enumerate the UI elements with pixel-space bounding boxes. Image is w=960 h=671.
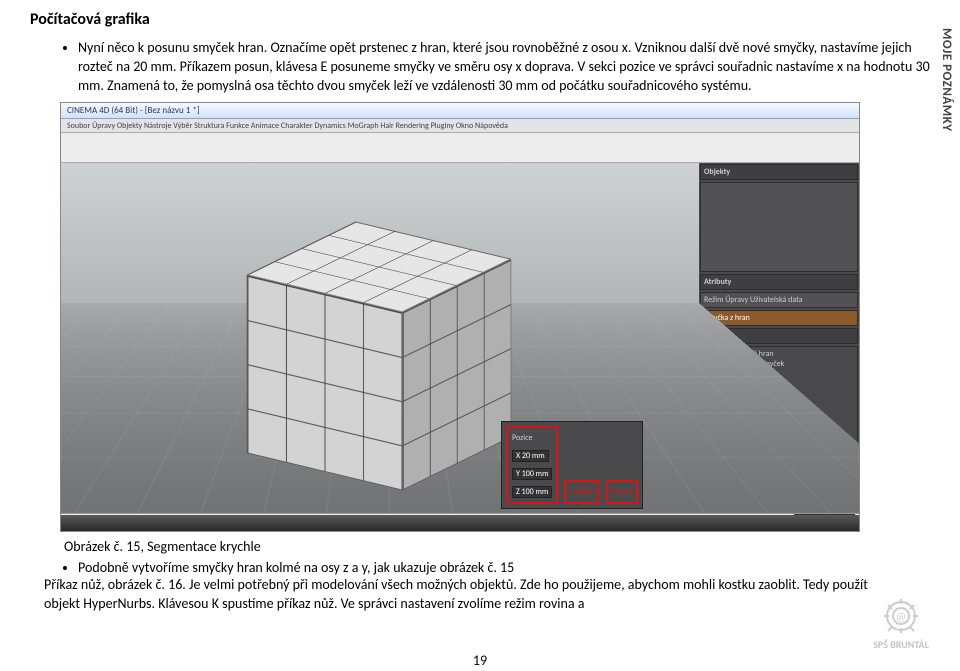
objects-panel-body — [700, 182, 858, 272]
intro-bullet-1: Nyní něco k posunu smyček hran. Označíme… — [78, 39, 930, 96]
page-title: Počítačová grafika — [30, 10, 930, 29]
cube-face-front — [247, 274, 403, 490]
intro-bullets: Nyní něco k posunu smyček hran. Označíme… — [78, 39, 930, 96]
app-menu-bar: Soubor Úpravy Objekty Nástroje Výběr Str… — [61, 119, 859, 133]
embedded-screenshot: CINEMA 4D (64 Bit) - [Bez názvu 1 *] Sou… — [60, 102, 860, 532]
coord-z: Z 100 mm — [512, 486, 552, 498]
cube-object — [301, 248, 457, 464]
os-taskbar — [61, 515, 859, 531]
objects-panel-header: Objekty — [700, 164, 858, 180]
coord-label: Pozice — [512, 433, 532, 443]
attributes-panel-header: Atributy — [700, 274, 858, 290]
attr-tool-name: Smyčka z hran — [700, 310, 858, 326]
figure-caption-bullets: Podobně vytvoříme smyčky hran kolmé na o… — [78, 559, 930, 576]
margin-note: MOJE POZNÁMKY — [939, 28, 954, 132]
footer-brand: SPŠ BRUNTÁL — [873, 638, 929, 651]
figure-caption-bullet-1: Podobně vytvoříme smyčky hran kolmé na o… — [78, 559, 930, 576]
coord-y: Y 100 mm — [512, 468, 552, 480]
coord-position-highlight: Pozice X 20 mm Y 100 mm Z 100 mm — [506, 426, 558, 504]
page-number: 19 — [473, 652, 487, 669]
gear-at-icon: @ — [877, 596, 925, 636]
figure-caption: Obrázek č. 15, Segmentace krychle — [64, 538, 930, 555]
app-toolbar — [61, 133, 859, 163]
attr-mode-row: Režim Úpravy Uživatelská data — [700, 292, 858, 308]
window-title-bar: CINEMA 4D (64 Bit) - [Bez názvu 1 *] — [61, 103, 859, 119]
coord-local-highlight: Lokální — [564, 480, 599, 504]
body-paragraph: Příkaz nůž, obrázek č. 16. Je velmi potř… — [44, 576, 890, 614]
svg-text:@: @ — [896, 611, 907, 625]
footer-watermark: @ SPŠ BRUNTÁL — [864, 593, 938, 653]
coord-apply-highlight: Použít — [606, 480, 638, 504]
coord-x: X 20 mm — [512, 450, 549, 462]
